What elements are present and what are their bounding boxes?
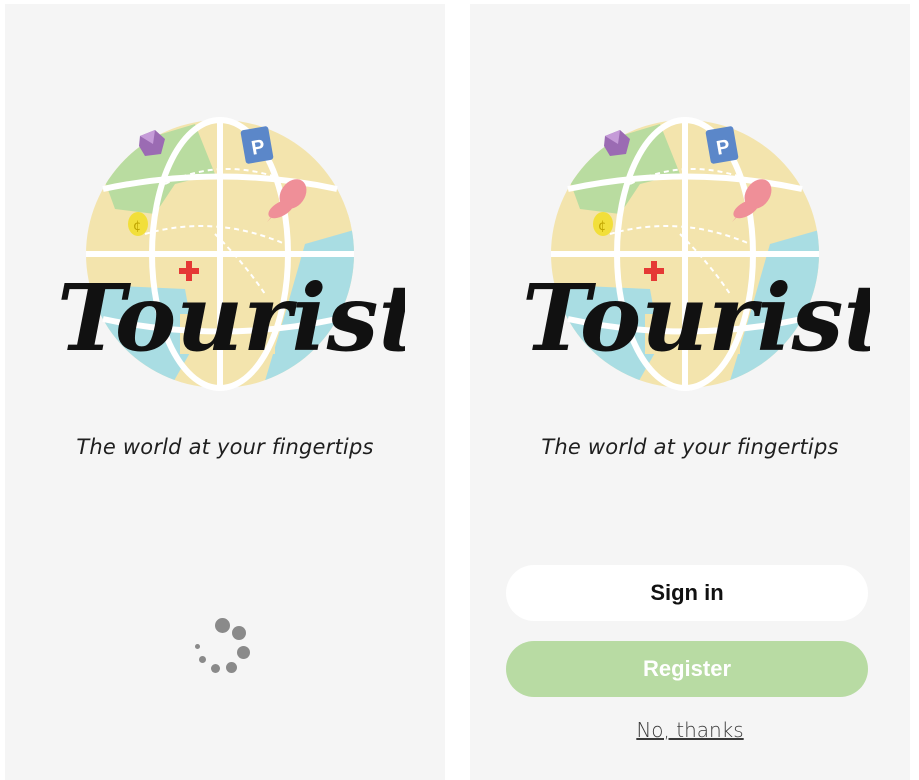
app-logo-wordmark: Tourista [57,264,405,372]
svg-text:¢: ¢ [133,219,141,234]
app-logo: P ¢ Tourista [57,117,405,391]
tagline: The world at your fingertips [541,435,839,459]
register-button[interactable]: Register [506,641,868,697]
splash-auth-screen: P ¢ Tourista The world at your fingertip… [470,4,910,780]
tagline: The world at your fingertips [76,435,374,459]
svg-text:¢: ¢ [598,219,606,234]
app-logo: P ¢ Tourista [522,117,870,391]
app-logo-wordmark: Tourista [522,264,870,372]
coin-icon: ¢ [128,212,148,236]
parking-sign-icon: P [705,126,739,164]
loading-spinner-icon [193,616,257,680]
sign-in-button[interactable]: Sign in [506,565,868,621]
no-thanks-link[interactable]: No, thanks [470,718,910,742]
splash-loading-screen: P ¢ Tourista The world at your fingertip… [5,4,445,780]
parking-sign-icon: P [240,126,274,164]
coin-icon: ¢ [593,212,613,236]
